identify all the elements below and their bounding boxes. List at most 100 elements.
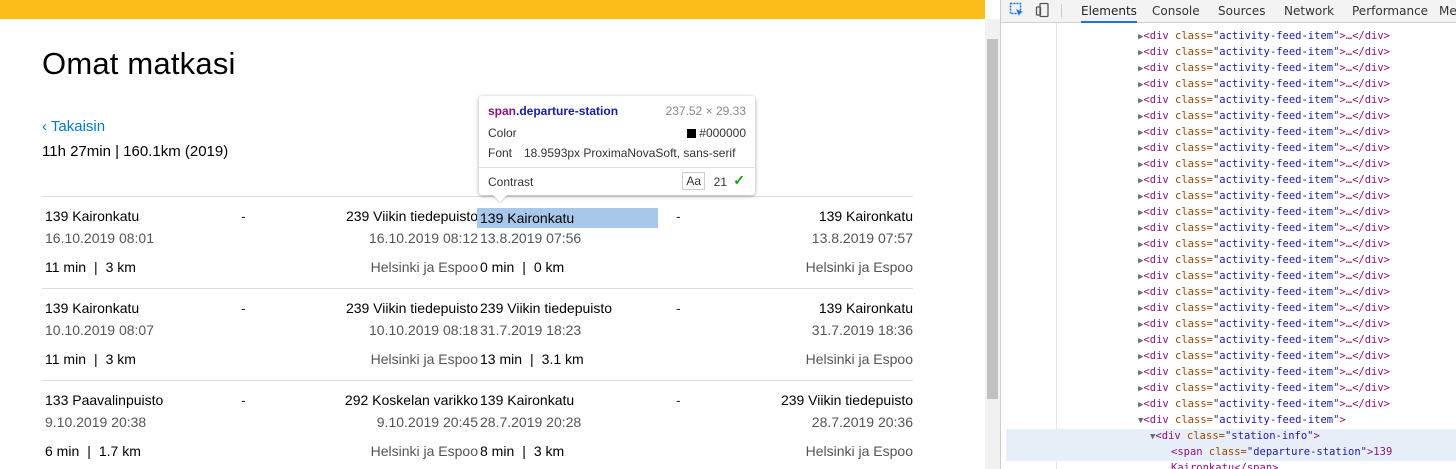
node-close-tag: …</div> [1345,158,1391,170]
trip-stats: 11 min | 3 km [45,259,136,275]
node-open-tag: <div class="activity-feed-item"> [1143,302,1346,314]
node-open-tag: <div class="activity-feed-item"> [1143,110,1346,122]
scrollbar-thumb[interactable] [987,39,998,399]
trip-item[interactable]: 239 Viikin tiedepuisto - 139 Kaironkatu 31.… [477,288,913,380]
checkmark-icon: ✓ [733,172,745,188]
trip-item[interactable]: 139 Kaironkatu - 239 Viikin tiedepuisto 10.… [42,288,478,380]
arrival-time: 31.7.2019 18:36 [811,322,913,338]
node-open-tag: <div class="activity-feed-item"> [1143,222,1346,234]
stats-separator: | [530,351,534,367]
dom-node-activity-feed-item[interactable]: ▶<div class="activity-feed-item">…</div> [1138,220,1390,236]
trip-area: Helsinki ja Espoo [370,259,478,275]
node-close-tag: …</div> [1345,318,1391,330]
trip-item[interactable]: 139 Kaironkatu - 239 Viikin tiedepuisto 16.… [42,196,478,288]
trip-duration: 6 min [45,443,80,459]
node-open-tag: <div class="activity-feed-item"> [1143,78,1346,90]
trip-item[interactable]: 139 Kaironkatu - 139 Kaironkatu 13.8.2019 0… [477,196,913,288]
dom-node-activity-feed-item[interactable]: ▶<div class="activity-feed-item">…</div> [1138,252,1390,268]
dom-node-activity-feed-item[interactable]: ▶<div class="activity-feed-item">…</div> [1138,92,1390,108]
trip-distance: 3 km [105,259,136,275]
tab-console[interactable]: Console [1152,0,1200,22]
dom-node-activity-feed-item[interactable]: ▶<div class="activity-feed-item">…</div> [1138,140,1390,156]
trip-duration: 11 min [45,351,86,367]
stats-separator: | [93,351,98,367]
page-scrollbar[interactable] [985,19,1000,469]
dom-node-activity-feed-item[interactable]: ▶<div class="activity-feed-item">…</div> [1138,236,1390,252]
tooltip-contrast-ratio: 21 [713,175,727,189]
departure-station: 139 Kaironkatu [477,208,658,228]
node-close-tag: …</div> [1345,78,1391,90]
dom-node-activity-feed-item[interactable]: ▶<div class="activity-feed-item">…</div> [1138,316,1390,332]
dom-node-activity-feed-item[interactable]: ▶<div class="activity-feed-item">…</div> [1138,300,1390,316]
dom-node-departure-station[interactable]: <span class="departure-station">139 [1171,444,1392,460]
dom-node-activity-feed-item[interactable]: ▶<div class="activity-feed-item">…</div> [1138,156,1390,172]
dom-node-activity-feed-item[interactable]: ▶<div class="activity-feed-item">…</div> [1138,396,1390,412]
dom-node-activity-feed-item[interactable]: ▶<div class="activity-feed-item">…</div> [1138,364,1390,380]
inspect-element-icon[interactable] [1008,2,1026,20]
dom-node-activity-feed-item[interactable]: ▶<div class="activity-feed-item">…</div> [1138,348,1390,364]
arrival-time: 10.10.2019 08:18 [369,322,478,338]
dom-node-activity-feed-item[interactable]: ▶<div class="activity-feed-item">…</div> [1138,76,1390,92]
dom-node-activity-feed-item[interactable]: ▶<div class="activity-feed-item">…</div> [1138,284,1390,300]
trip-stats: 0 min | 0 km [480,259,564,275]
dom-node-activity-feed-item[interactable]: ▶<div class="activity-feed-item">…</div> [1138,188,1390,204]
node-open-tag: <div class="activity-feed-item"> [1143,190,1346,202]
trip-summary: 11h 27min | 160.1km (2019) [42,143,229,160]
tooltip-selector: span.departure-station [488,104,619,118]
trip-item[interactable]: 139 Kaironkatu - 239 Viikin tiedepuisto 28.… [477,380,913,469]
node-close-tag: …</div> [1345,206,1391,218]
node-open-tag: <div class="activity-feed-item"> [1143,286,1346,298]
node-open-tag: <div class="activity-feed-item"> [1143,414,1346,426]
node-open-tag: <div class="activity-feed-item"> [1143,174,1346,186]
node-open-tag: <div class="activity-feed-item"> [1143,30,1346,42]
node-open-tag: <div class="activity-feed-item"> [1143,366,1346,378]
stats-separator: | [522,443,526,459]
tab-performance[interactable]: Performance [1352,0,1428,22]
arrival-station: 139 Kaironkatu [818,208,913,224]
tooltip-size: 237.52 × 29.33 [665,104,746,118]
back-link[interactable]: ‹ Takaisin [42,118,105,135]
dom-node-activity-feed-item[interactable]: ▶<div class="activity-feed-item">…</div> [1138,60,1390,76]
node-close-tag: …</div> [1345,62,1391,74]
device-toolbar-icon[interactable] [1034,2,1052,20]
tab-more[interactable]: Me [1439,0,1456,22]
page-title: Omat matkasi [42,46,236,81]
dom-node-activity-feed-item[interactable]: ▶<div class="activity-feed-item">…</div> [1138,172,1390,188]
dom-node-departure-station-cont[interactable]: Kaironkatu</span> [1171,460,1278,469]
dom-node-station-info[interactable]: ▼<div class="station-info"> [1150,428,1320,444]
dom-node-activity-feed-item[interactable]: ▶<div class="activity-feed-item">…</div> [1138,28,1390,44]
trip-duration: 8 min [480,443,515,459]
arrival-time: 13.8.2019 07:57 [811,230,913,246]
trip-area: Helsinki ja Espoo [805,351,913,367]
dom-node-activity-feed-item[interactable]: ▶<div class="activity-feed-item">…</div> [1138,380,1390,396]
dom-node-activity-feed-item[interactable]: ▶<div class="activity-feed-item">…</div> [1138,108,1390,124]
devtools-panel: Elements Console Sources Network Perform… [1000,0,1456,469]
tab-elements[interactable]: Elements [1081,0,1137,23]
dom-node-activity-feed-item[interactable]: ▶<div class="activity-feed-item">…</div> [1138,124,1390,140]
between-dash: - [241,208,246,224]
trip-distance: 1.7 km [98,443,141,459]
trip-item[interactable]: 133 Paavalinpuisto - 292 Koskelan varikko 9… [42,380,478,469]
tab-sources[interactable]: Sources [1218,0,1265,22]
trip-list-right: 139 Kaironkatu - 139 Kaironkatu 13.8.2019 0… [477,196,913,469]
trip-duration: 0 min [480,259,515,275]
dom-node-activity-feed-item[interactable]: ▶<div class="activity-feed-item">…</div> [1138,268,1390,284]
trip-duration: 11 min [45,259,86,275]
dom-node-activity-feed-item[interactable]: ▶<div class="activity-feed-item">…</div> [1138,332,1390,348]
tab-network[interactable]: Network [1284,0,1334,22]
dom-node-activity-feed-item-expanded[interactable]: ▼<div class="activity-feed-item"> [1138,412,1346,428]
trip-stats: 11 min | 3 km [45,351,136,367]
node-close-tag: …</div> [1345,286,1391,298]
stats-separator: | [87,443,91,459]
trip-distance: 3 km [533,443,565,459]
trip-area: Helsinki ja Espoo [370,443,478,459]
node-open-tag: <div class="activity-feed-item"> [1143,318,1346,330]
tooltip-color-value: #000000 [687,126,746,140]
stats-separator: | [522,259,526,275]
dom-node-activity-feed-item[interactable]: ▶<div class="activity-feed-item">…</div> [1138,44,1390,60]
node-open-tag: <div class="activity-feed-item"> [1143,270,1346,282]
arrival-station: 292 Koskelan varikko [344,392,478,408]
node-open-tag: <div class="activity-feed-item"> [1143,382,1346,394]
dom-node-activity-feed-item[interactable]: ▶<div class="activity-feed-item">…</div> [1138,204,1390,220]
top-header-bar [0,0,985,19]
